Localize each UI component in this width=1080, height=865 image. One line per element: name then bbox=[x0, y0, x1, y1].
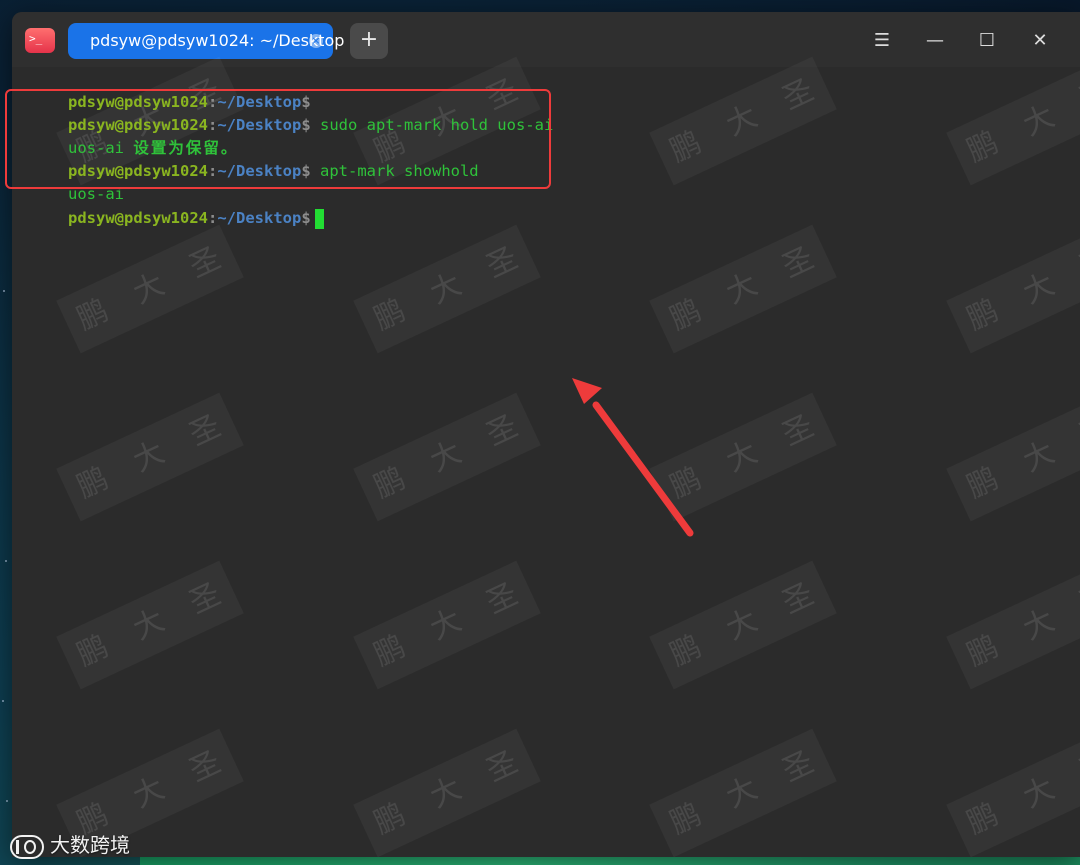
corner-logo-text: 大数跨境 bbox=[50, 833, 130, 857]
corner-watermark-logo: 大数跨境 bbox=[10, 830, 130, 860]
arrow-head bbox=[572, 378, 602, 404]
brand-logo-icon bbox=[10, 834, 44, 859]
arrow-shaft bbox=[592, 401, 694, 537]
annotation-arrow bbox=[572, 378, 694, 537]
